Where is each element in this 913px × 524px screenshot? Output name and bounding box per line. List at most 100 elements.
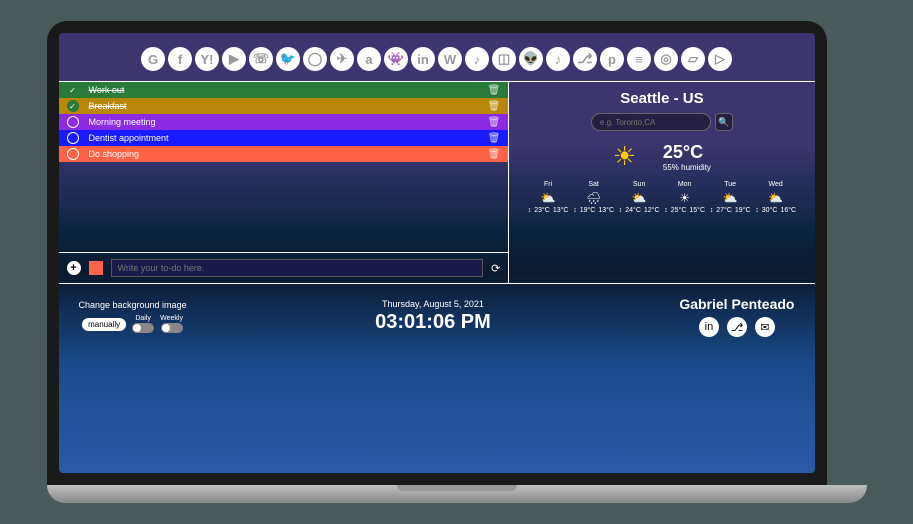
author-name: Gabriel Penteado bbox=[679, 296, 794, 312]
social-icon-18[interactable]: ≡ bbox=[627, 47, 651, 71]
forecast-hi: 24°C bbox=[625, 207, 641, 214]
color-picker[interactable] bbox=[89, 261, 103, 275]
social-icon-4[interactable]: ☏ bbox=[249, 47, 273, 71]
social-icon-8[interactable]: a bbox=[357, 47, 381, 71]
social-bar: GfY!▶☏🐦◯✈a👾inW♪◫👽♪⎇p≡◎▱▷ bbox=[59, 33, 815, 81]
footer: Change background image manually Daily W… bbox=[59, 284, 815, 349]
forecast-day-name: Mon bbox=[664, 181, 705, 188]
todo-item: Dentist appointment🗑 bbox=[59, 130, 509, 146]
social-icon-19[interactable]: ◎ bbox=[654, 47, 678, 71]
social-icon-12[interactable]: ♪ bbox=[465, 47, 489, 71]
author-block: Gabriel Penteado in ⎇ ✉ bbox=[679, 296, 794, 337]
social-icon-3[interactable]: ▶ bbox=[222, 47, 246, 71]
forecast-day: Sat🌧↕19°C13°C bbox=[573, 181, 614, 214]
weather-icon: ☀ bbox=[664, 191, 705, 205]
forecast-hi: 30°C bbox=[762, 207, 778, 214]
forecast-day: Mon☀↕25°C15°C bbox=[664, 181, 705, 214]
social-icon-1[interactable]: f bbox=[168, 47, 192, 71]
weather-icon: ⛅ bbox=[528, 191, 569, 205]
weather-icon: ⛅ bbox=[755, 191, 796, 205]
todo-checkbox[interactable]: ✓ bbox=[67, 100, 79, 112]
weather-icon: ⛅ bbox=[710, 191, 751, 205]
forecast-hi: 25°C bbox=[671, 207, 687, 214]
time: 03:01:06 PM bbox=[375, 311, 491, 334]
forecast-hi: 19°C bbox=[580, 207, 596, 214]
email-icon[interactable]: ✉ bbox=[755, 317, 775, 337]
forecast-lo: 19°C bbox=[735, 207, 751, 214]
forecast-day: Fri⛅↕23°C13°C bbox=[528, 181, 569, 214]
date: Thursday, August 5, 2021 bbox=[375, 299, 491, 309]
social-icon-21[interactable]: ▷ bbox=[708, 47, 732, 71]
todo-checkbox[interactable] bbox=[67, 132, 79, 144]
todo-checkbox[interactable]: ✓ bbox=[67, 84, 79, 96]
social-icon-9[interactable]: 👾 bbox=[384, 47, 408, 71]
trash-icon[interactable]: 🗑 bbox=[488, 149, 501, 160]
search-button[interactable]: 🔍 bbox=[715, 113, 733, 131]
bg-weekly-toggle[interactable] bbox=[161, 323, 183, 333]
forecast-lo: 16°C bbox=[780, 207, 796, 214]
trash-icon[interactable]: 🗑 bbox=[488, 133, 501, 144]
refresh-icon[interactable]: ⟳ bbox=[491, 262, 500, 275]
todo-checkbox[interactable] bbox=[67, 116, 79, 128]
todo-text: Dentist appointment bbox=[89, 133, 488, 143]
forecast-hi: 27°C bbox=[716, 207, 732, 214]
github-icon[interactable]: ⎇ bbox=[727, 317, 747, 337]
trash-icon[interactable]: 🗑 bbox=[488, 101, 501, 112]
forecast-day-name: Tue bbox=[710, 181, 751, 188]
todo-item: Do shopping🗑 bbox=[59, 146, 509, 162]
social-icon-5[interactable]: 🐦 bbox=[276, 47, 300, 71]
forecast-day: Tue⛅↕27°C19°C bbox=[710, 181, 751, 214]
bg-control-title: Change background image bbox=[79, 300, 187, 310]
bg-daily-label: Daily bbox=[135, 315, 151, 322]
social-icon-16[interactable]: ⎇ bbox=[573, 47, 597, 71]
bg-manual-button[interactable]: manually bbox=[82, 318, 126, 331]
social-icon-15[interactable]: ♪ bbox=[546, 47, 570, 71]
forecast-day-name: Fri bbox=[528, 181, 569, 188]
social-icon-7[interactable]: ✈ bbox=[330, 47, 354, 71]
social-icon-13[interactable]: ◫ bbox=[492, 47, 516, 71]
dashboard-screen: GfY!▶☏🐦◯✈a👾inW♪◫👽♪⎇p≡◎▱▷ ✓Work out🗑✓Brea… bbox=[59, 33, 815, 473]
social-icon-10[interactable]: in bbox=[411, 47, 435, 71]
todo-text: Morning meeting bbox=[89, 117, 488, 127]
todo-checkbox[interactable] bbox=[67, 148, 79, 160]
bg-weekly-label: Weekly bbox=[160, 315, 183, 322]
todo-list: ✓Work out🗑✓Breakfast🗑Morning meeting🗑Den… bbox=[59, 82, 509, 162]
social-icon-2[interactable]: Y! bbox=[195, 47, 219, 71]
social-icon-11[interactable]: W bbox=[438, 47, 462, 71]
trash-icon[interactable]: 🗑 bbox=[488, 85, 501, 96]
social-icon-20[interactable]: ▱ bbox=[681, 47, 705, 71]
forecast-lo: 13°C bbox=[598, 207, 614, 214]
forecast-lo: 12°C bbox=[644, 207, 660, 214]
forecast-day-name: Sat bbox=[573, 181, 614, 188]
todo-panel: ✓Work out🗑✓Breakfast🗑Morning meeting🗑Den… bbox=[59, 82, 510, 284]
city-search-input[interactable] bbox=[591, 113, 711, 131]
forecast-lo: 13°C bbox=[553, 207, 569, 214]
temperature: 25°C bbox=[663, 142, 711, 163]
todo-input[interactable] bbox=[111, 259, 484, 277]
social-icon-6[interactable]: ◯ bbox=[303, 47, 327, 71]
bg-daily-toggle[interactable] bbox=[132, 323, 154, 333]
todo-text: Work out bbox=[89, 85, 488, 95]
todo-item: Morning meeting🗑 bbox=[59, 114, 509, 130]
trash-icon[interactable]: 🗑 bbox=[488, 117, 501, 128]
linkedin-icon[interactable]: in bbox=[699, 317, 719, 337]
forecast-row: Fri⛅↕23°C13°CSat🌧↕19°C13°CSun⛅↕24°C12°CM… bbox=[521, 181, 802, 214]
current-weather: ☀ 25°C 55% humidity bbox=[521, 141, 802, 173]
sun-icon: ☀ bbox=[613, 141, 645, 173]
humidity: 55% humidity bbox=[663, 163, 711, 172]
background-control: Change background image manually Daily W… bbox=[79, 300, 187, 333]
social-icon-0[interactable]: G bbox=[141, 47, 165, 71]
social-icon-14[interactable]: 👽 bbox=[519, 47, 543, 71]
todo-input-row: + ⟳ bbox=[59, 252, 509, 284]
weather-panel: Seattle - US 🔍 ☀ 25°C 55% humidity Fri⛅↕… bbox=[509, 82, 814, 284]
city-name: Seattle - US bbox=[521, 90, 802, 107]
forecast-lo: 15°C bbox=[689, 207, 705, 214]
social-icon-17[interactable]: p bbox=[600, 47, 624, 71]
forecast-day-name: Wed bbox=[755, 181, 796, 188]
todo-text: Do shopping bbox=[89, 149, 488, 159]
add-todo-button[interactable]: + bbox=[67, 261, 81, 275]
forecast-hi: 23°C bbox=[534, 207, 550, 214]
weather-icon: ⛅ bbox=[619, 191, 660, 205]
todo-text: Breakfast bbox=[89, 101, 488, 111]
forecast-day-name: Sun bbox=[619, 181, 660, 188]
